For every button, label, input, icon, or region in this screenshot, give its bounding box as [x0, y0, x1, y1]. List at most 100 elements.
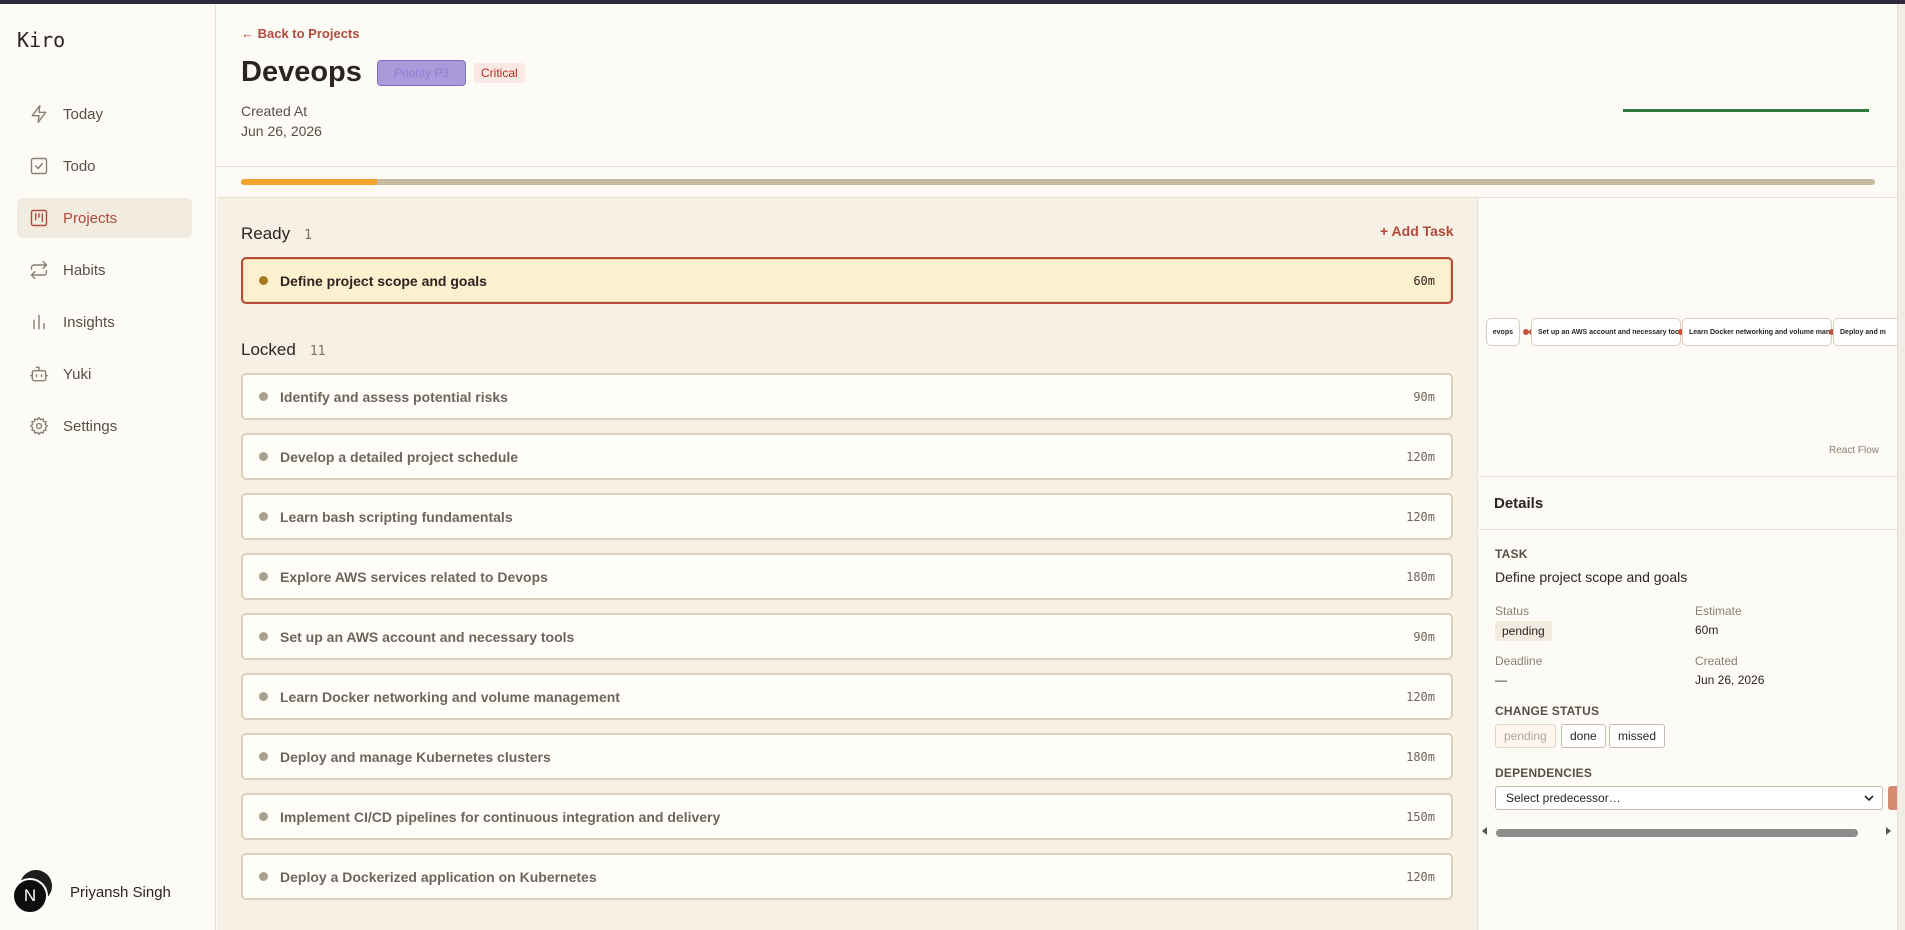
- app-logo: Kiro: [17, 28, 66, 52]
- dependencies-label: DEPENDENCIES: [1495, 766, 1593, 780]
- severity-badge: Critical: [474, 63, 525, 83]
- estimate-value: 60m: [1695, 623, 1719, 637]
- avatar-initial: N: [12, 878, 48, 914]
- task-card-locked[interactable]: Implement CI/CD pipelines for continuous…: [241, 793, 1453, 840]
- gear-icon: [29, 416, 49, 436]
- bolt-icon: [31, 104, 47, 124]
- deadline-value: —: [1495, 673, 1507, 687]
- locked-section-count: 11: [309, 344, 326, 359]
- sidebar-item-label: Yuki: [63, 365, 92, 383]
- sidebar-item-todo[interactable]: Todo: [17, 146, 192, 186]
- ready-section-title: Ready: [241, 224, 291, 243]
- sidebar-item-label: Projects: [63, 209, 118, 227]
- flow-node[interactable]: evops: [1486, 318, 1520, 346]
- task-card-locked[interactable]: Learn Docker networking and volume manag…: [241, 673, 1453, 720]
- status-missed-button[interactable]: missed: [1609, 724, 1666, 748]
- ready-section-count: 1: [304, 228, 312, 243]
- priority-badge[interactable]: Priority P3: [377, 60, 466, 86]
- sidebar-item-habits[interactable]: Habits: [17, 250, 192, 290]
- task-estimate: 120m: [1406, 689, 1435, 704]
- task-name: Identify and assess potential risks: [280, 388, 508, 405]
- scroll-left-arrow-icon[interactable]: [1482, 827, 1487, 835]
- status-dot: [259, 276, 268, 285]
- vertical-scrollbar[interactable]: [1897, 4, 1905, 930]
- created-label: Created: [1695, 654, 1738, 668]
- task-estimate: 90m: [1413, 389, 1435, 404]
- sidebar-item-settings[interactable]: Settings: [17, 406, 192, 446]
- task-name: Learn bash scripting fundamentals: [280, 508, 513, 525]
- dependency-graph[interactable]: evops Set up an AWS account and necessar…: [1479, 198, 1905, 477]
- status-label: Status: [1495, 604, 1530, 618]
- task-name: Define project scope and goals: [280, 272, 487, 289]
- avatar: N: [12, 870, 56, 914]
- status-pending-button[interactable]: pending: [1495, 724, 1556, 748]
- add-task-button[interactable]: + Add Task: [1380, 223, 1454, 239]
- bar-chart-icon: [33, 314, 45, 330]
- sidebar-item-yuki[interactable]: Yuki: [17, 354, 192, 394]
- react-flow-attribution[interactable]: React Flow: [1829, 445, 1879, 456]
- task-card-locked[interactable]: Explore AWS services related to Devops 18…: [241, 553, 1453, 600]
- task-estimate: 180m: [1406, 569, 1435, 584]
- predecessor-select[interactable]: Select predecessor…: [1495, 786, 1883, 810]
- status-dot: [259, 872, 268, 881]
- horizontal-scrollbar-thumb[interactable]: [1496, 829, 1858, 837]
- page-title: Deveops: [241, 56, 362, 88]
- sidebar: Kiro Today Todo Projects Habits Insights…: [0, 4, 216, 930]
- task-card-ready[interactable]: Define project scope and goals 60m: [241, 257, 1453, 304]
- status-dot: [259, 392, 268, 401]
- sidebar-item-insights[interactable]: Insights: [17, 302, 192, 342]
- sidebar-item-projects[interactable]: Projects: [17, 198, 192, 238]
- details-task-name: Define project scope and goals: [1495, 569, 1688, 585]
- status-done-button[interactable]: done: [1561, 724, 1606, 748]
- task-estimate: 120m: [1406, 509, 1435, 524]
- flow-node[interactable]: Learn Docker networking and volume manag: [1682, 318, 1832, 346]
- sidebar-nav: Today Todo Projects Habits Insights Yuki…: [17, 94, 192, 458]
- sidebar-item-today[interactable]: Today: [17, 94, 192, 134]
- status-dot: [259, 452, 268, 461]
- task-name: Learn Docker networking and volume manag…: [280, 688, 620, 705]
- status-dot: [259, 812, 268, 821]
- bot-icon: [29, 366, 49, 382]
- locked-section-header: Locked 11: [241, 340, 325, 360]
- task-name: Implement CI/CD pipelines for continuous…: [280, 808, 721, 825]
- created-at-value: Jun 26, 2026: [241, 123, 322, 139]
- task-estimate: 120m: [1406, 869, 1435, 884]
- chevron-down-icon: [1864, 795, 1874, 802]
- task-card-locked[interactable]: Develop a detailed project schedule 120m: [241, 433, 1453, 480]
- status-dot: [259, 692, 268, 701]
- user-profile[interactable]: N Priyansh Singh: [12, 870, 171, 914]
- details-header: Details: [1479, 478, 1905, 530]
- deadline-label: Deadline: [1495, 654, 1543, 668]
- task-card-locked[interactable]: Learn bash scripting fundamentals 120m: [241, 493, 1453, 540]
- task-name: Set up an AWS account and necessary tool…: [280, 628, 575, 645]
- task-card-locked[interactable]: Set up an AWS account and necessary tool…: [241, 613, 1453, 660]
- project-progress-bar: [241, 179, 1875, 185]
- back-to-projects-link[interactable]: ← Back to Projects: [241, 26, 360, 41]
- estimate-label: Estimate: [1695, 604, 1742, 618]
- status-dot: [259, 752, 268, 761]
- task-estimate: 90m: [1413, 629, 1435, 644]
- change-status-label: CHANGE STATUS: [1495, 704, 1600, 718]
- task-card-locked[interactable]: Identify and assess potential risks 90m: [241, 373, 1453, 420]
- project-progress-fill: [241, 179, 377, 185]
- locked-section-title: Locked: [241, 340, 296, 359]
- task-name: Deploy a Dockerized application on Kuber…: [280, 868, 597, 885]
- task-estimate: 120m: [1406, 449, 1435, 464]
- status-dot: [259, 512, 268, 521]
- user-name: Priyansh Singh: [70, 883, 171, 901]
- sidebar-item-label: Settings: [63, 417, 118, 435]
- task-label: TASK: [1495, 547, 1528, 561]
- flow-node[interactable]: Deploy and m: [1833, 318, 1903, 346]
- flow-node[interactable]: Set up an AWS account and necessary tool…: [1531, 318, 1681, 346]
- status-dot: [259, 572, 268, 581]
- progress-sparkline: [1623, 109, 1869, 112]
- sidebar-item-label: Insights: [63, 313, 115, 331]
- details-title: Details: [1494, 495, 1544, 512]
- task-card-locked[interactable]: Deploy and manage Kubernetes clusters 180…: [241, 733, 1453, 780]
- task-card-locked[interactable]: Deploy a Dockerized application on Kuber…: [241, 853, 1453, 900]
- checkbox-icon: [30, 157, 48, 175]
- window-top-border: [0, 0, 1905, 4]
- created-at-label: Created At: [241, 103, 308, 119]
- scroll-right-arrow-icon[interactable]: [1886, 827, 1891, 835]
- projects-icon: [30, 209, 48, 227]
